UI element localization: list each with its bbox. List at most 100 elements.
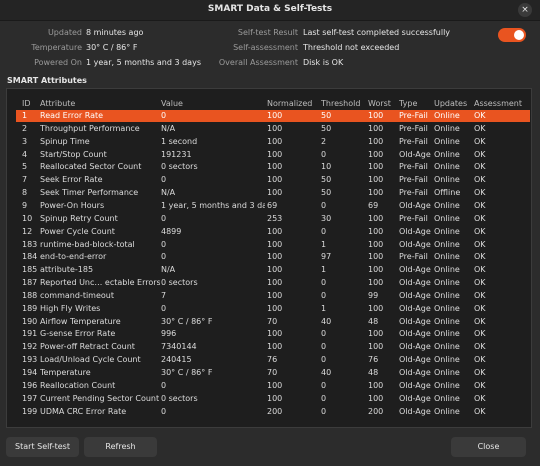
cell-threshold: 0 — [321, 226, 327, 236]
cell-normalized: 100 — [267, 123, 283, 133]
table-row[interactable]: 7 Seek Error Rate 0 100 50 100 Pre-Fail Online O… — [16, 174, 530, 186]
table-row[interactable]: 4 Start/Stop Count 191231 100 0 100 Old-Age Onl… — [16, 149, 530, 161]
table-row[interactable]: 184 end-to-end-error 0 100 97 100 Pre-Fail Onli… — [16, 251, 530, 263]
cell-normalized: 100 — [267, 162, 283, 172]
cell-threshold: 50 — [321, 123, 332, 133]
cell-attribute: Airflow Temperature — [40, 316, 121, 326]
cell-type: Old-Age — [399, 200, 431, 210]
cell-id: 191 — [22, 329, 38, 339]
table-row[interactable]: 5 Reallocated Sector Count 0 sectors 100 10 1… — [16, 161, 530, 173]
table-row[interactable]: 194 Temperature 30° C / 86° F 70 40 48 Old-Age… — [16, 367, 530, 379]
column-header-value[interactable]: Value — [161, 99, 265, 108]
table-row[interactable]: 2 Throughput Performance N/A 100 50 100 Pre-Fa… — [16, 123, 530, 135]
cell-id: 189 — [22, 303, 38, 313]
cell-updates: Online — [434, 303, 460, 313]
cell-type: Old-Age — [399, 380, 431, 390]
column-header-worst[interactable]: Worst — [368, 99, 396, 108]
table-row[interactable]: 191 G-sense Error Rate 996 100 0 100 Old-Age On… — [16, 328, 530, 340]
cell-normalized: 100 — [267, 252, 283, 262]
cell-value: 0 sectors — [161, 393, 198, 403]
self-test-result-label: Self-test Result — [237, 28, 298, 37]
column-header-type[interactable]: Type — [399, 99, 433, 108]
table-row[interactable]: 197 Current Pending Sector Count 0 sectors… — [16, 393, 530, 405]
cell-value: 7 — [161, 290, 167, 300]
table-row[interactable]: 190 Airflow Temperature 30° C / 86° F 70 40 4… — [16, 316, 530, 328]
cell-normalized: 100 — [267, 290, 283, 300]
column-header-threshold[interactable]: Threshold — [321, 99, 365, 108]
cell-id: 185 — [22, 265, 38, 275]
cell-assessment: OK — [474, 303, 486, 313]
refresh-button[interactable]: Refresh — [84, 437, 157, 457]
cell-assessment: OK — [474, 123, 486, 133]
cell-updates: Online — [434, 111, 460, 120]
cell-attribute: Power-On Hours — [40, 200, 105, 210]
powered-on-label: Powered On — [34, 58, 82, 67]
table-row[interactable]: 10 Spinup Retry Count 0 253 30 100 Pre-Fail Onl… — [16, 213, 530, 225]
table-row[interactable]: 196 Reallocation Count 0 100 0 100 Old-Age Onli… — [16, 380, 530, 392]
cell-attribute: Spinup Time — [40, 136, 90, 146]
cell-worst: 100 — [368, 111, 384, 120]
column-header-id[interactable]: ID — [22, 99, 38, 108]
cell-id: 190 — [22, 316, 38, 326]
cell-attribute: Throughput Performance — [40, 123, 140, 133]
cell-value: 0 — [161, 239, 167, 249]
close-button[interactable]: Close — [451, 437, 526, 457]
table-row[interactable]: 183 runtime-bad-block-total 0 100 1 100 Old-Ag… — [16, 239, 530, 251]
cell-updates: Online — [434, 329, 460, 339]
cell-normalized: 100 — [267, 188, 283, 198]
cell-normalized: 100 — [267, 136, 283, 146]
cell-threshold: 0 — [321, 393, 327, 403]
cell-normalized: 100 — [267, 239, 283, 249]
cell-attribute: Power Cycle Count — [40, 226, 115, 236]
cell-type: Old-Age — [399, 303, 431, 313]
column-header-normalized[interactable]: Normalized — [267, 99, 317, 108]
cell-type: Old-Age — [399, 342, 431, 352]
table-row[interactable]: 185 attribute-185 N/A 100 1 100 Old-Age Online O… — [16, 264, 530, 276]
cell-worst: 100 — [368, 380, 384, 390]
cell-worst: 48 — [368, 368, 379, 377]
cell-value: 0 — [161, 406, 167, 416]
table-row[interactable]: 188 command-timeout 7 100 0 99 Old-Age Online OK — [16, 290, 530, 302]
cell-normalized: 100 — [267, 278, 283, 288]
cell-updates: Online — [434, 239, 460, 249]
cell-assessment: OK — [474, 213, 486, 223]
cell-worst: 100 — [368, 175, 384, 185]
cell-value: 30° C / 86° F — [161, 368, 213, 377]
table-row[interactable]: 8 Seek Timer Performance N/A 100 50 100 Pre-Fa… — [16, 187, 530, 199]
close-icon[interactable]: × — [518, 3, 532, 17]
cell-assessment: OK — [474, 342, 486, 352]
cell-assessment: OK — [474, 329, 486, 339]
self-assessment-label: Self-assessment — [233, 43, 298, 52]
column-header-updates[interactable]: Updates — [434, 99, 474, 108]
table-row[interactable]: 199 UDMA CRC Error Rate 0 200 0 200 Old-Age Onl… — [16, 406, 530, 418]
table-row[interactable]: 193 Load/Unload Cycle Count 240415 76 0 76 Old… — [16, 354, 530, 366]
cell-id: 9 — [22, 200, 28, 210]
cell-id: 199 — [22, 406, 38, 416]
table-row[interactable]: 1 Read Error Rate 0 100 50 100 Pre-Fail Online O… — [16, 110, 530, 122]
cell-worst: 48 — [368, 316, 379, 326]
table-row[interactable]: 3 Spinup Time 1 second 100 2 100 Pre-Fail Onlin… — [16, 136, 530, 148]
cell-attribute: end-to-end-error — [40, 252, 107, 262]
table-row[interactable]: 187 Reported Unc… ectable Errors 0 sectors… — [16, 277, 530, 289]
column-header-attribute[interactable]: Attribute — [40, 99, 160, 108]
cell-worst: 100 — [368, 278, 384, 288]
cell-threshold: 0 — [321, 329, 327, 339]
cell-normalized: 100 — [267, 226, 283, 236]
cell-attribute: Seek Error Rate — [40, 175, 103, 185]
cell-attribute: Read Error Rate — [40, 111, 104, 120]
cell-id: 8 — [22, 188, 28, 198]
cell-attribute: Temperature — [40, 368, 91, 377]
cell-id: 183 — [22, 239, 38, 249]
title-bar: SMART Data & Self-Tests × — [0, 0, 540, 21]
column-header-assessment[interactable]: Assessment — [474, 99, 528, 108]
start-self-test-button[interactable]: Start Self-test — [6, 437, 79, 457]
table-row[interactable]: 192 Power-off Retract Count 7340144 100 0 100… — [16, 341, 530, 353]
table-row[interactable]: 9 Power-On Hours 1 year, 5 months and 3 da… — [16, 200, 530, 212]
smart-enable-toggle[interactable] — [498, 28, 526, 42]
table-row[interactable]: 12 Power Cycle Count 4899 100 0 100 Old-Age Onl… — [16, 226, 530, 238]
cell-threshold: 50 — [321, 188, 332, 198]
cell-updates: Online — [434, 406, 460, 416]
cell-threshold: 0 — [321, 342, 327, 352]
table-row[interactable]: 189 High Fly Writes 0 100 1 100 Old-Age Online O… — [16, 303, 530, 315]
cell-threshold: 2 — [321, 136, 327, 146]
